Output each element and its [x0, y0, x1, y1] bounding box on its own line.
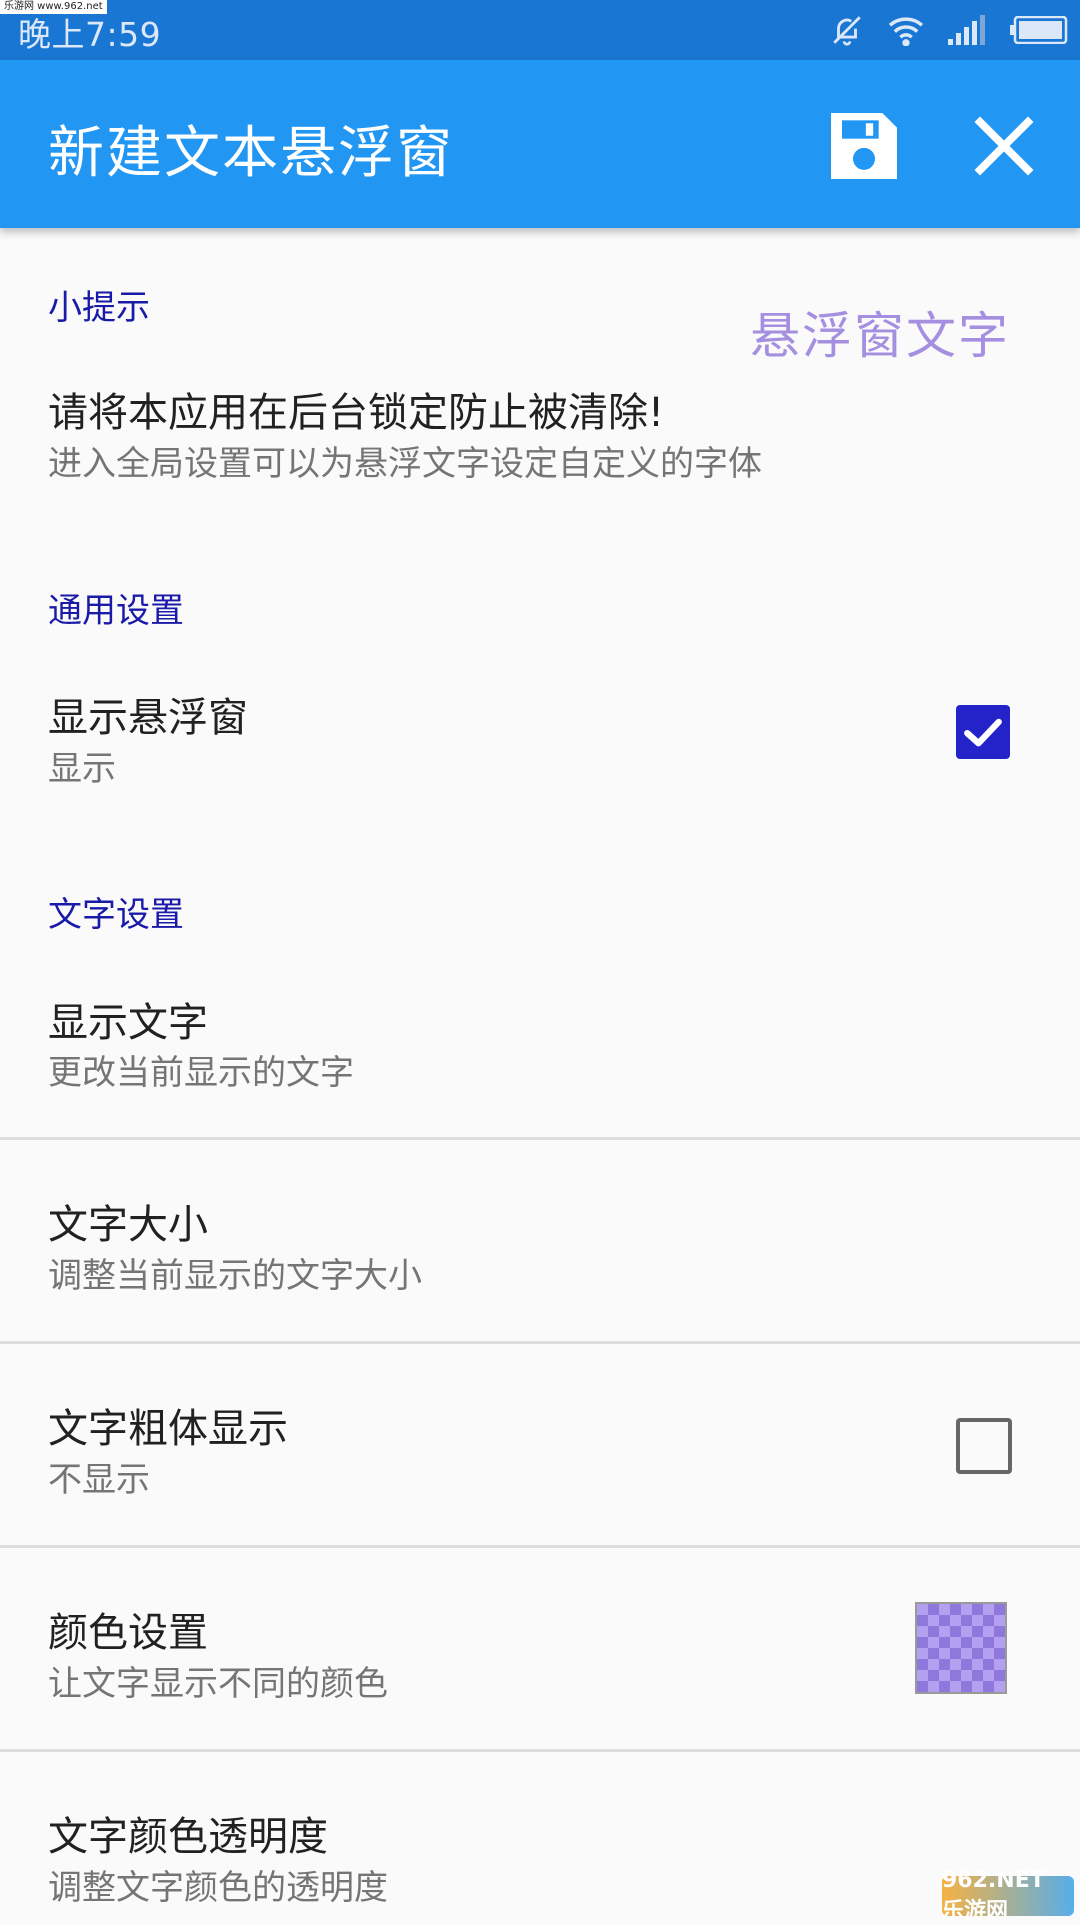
show-window-checkbox[interactable] [956, 705, 1010, 759]
pref-alpha[interactable]: 文字颜色透明度 调整文字颜色的透明度 [0, 1752, 1080, 1920]
pref-show-window[interactable]: 显示悬浮窗 显示 [0, 675, 1080, 805]
tip-item[interactable]: 请将本应用在后台锁定防止被清除! 进入全局设置可以为悬浮文字设定自定义的字体 [0, 370, 1080, 500]
status-icons [830, 10, 1068, 50]
bold-checkbox[interactable] [956, 1418, 1012, 1474]
battery-icon [1010, 16, 1068, 44]
section-header-text: 文字设置 [48, 895, 184, 935]
pref-summary: 调整当前显示的文字大小 [48, 1256, 422, 1296]
save-button[interactable] [820, 102, 908, 190]
pref-summary: 调整文字颜色的透明度 [48, 1868, 388, 1908]
page-title: 新建文本悬浮窗 [48, 121, 454, 186]
floating-text-preview: 悬浮窗文字 [750, 307, 1010, 365]
tip-title: 请将本应用在后台锁定防止被清除! [48, 390, 665, 436]
close-button[interactable] [968, 110, 1040, 182]
pref-title: 颜色设置 [48, 1610, 208, 1656]
section-header-general: 通用设置 [48, 591, 184, 631]
pref-summary: 更改当前显示的文字 [48, 1053, 354, 1093]
signal-icon [948, 15, 988, 45]
pref-title: 文字大小 [48, 1202, 208, 1248]
watermark-bottom: 962.NET 乐游网 [942, 1868, 1074, 1924]
pref-title: 文字颜色透明度 [48, 1814, 328, 1860]
pref-summary: 显示 [48, 749, 116, 789]
pref-title: 显示文字 [48, 1000, 208, 1046]
pref-title: 显示悬浮窗 [48, 695, 248, 741]
pref-title: 文字粗体显示 [48, 1406, 288, 1452]
close-icon [974, 116, 1034, 176]
color-swatch[interactable] [915, 1602, 1007, 1694]
section-header-tips: 小提示 [48, 288, 150, 328]
pref-summary: 让文字显示不同的颜色 [48, 1664, 388, 1704]
app-bar: 新建文本悬浮窗 [0, 60, 1080, 228]
status-bar: 乐游网 www.962.net 晚上7:59 [0, 0, 1080, 60]
pref-summary: 不显示 [48, 1460, 150, 1500]
tip-summary: 进入全局设置可以为悬浮文字设定自定义的字体 [48, 444, 762, 484]
check-icon [964, 718, 1002, 747]
wifi-icon [886, 14, 926, 46]
status-time: 晚上7:59 [18, 15, 162, 54]
pref-bold[interactable]: 文字粗体显示 不显示 [0, 1344, 1080, 1544]
pref-text-size[interactable]: 文字大小 调整当前显示的文字大小 [0, 1140, 1080, 1340]
bell-off-icon [830, 13, 864, 47]
save-icon [831, 113, 897, 179]
pref-show-text[interactable]: 显示文字 更改当前显示的文字 [0, 975, 1080, 1135]
